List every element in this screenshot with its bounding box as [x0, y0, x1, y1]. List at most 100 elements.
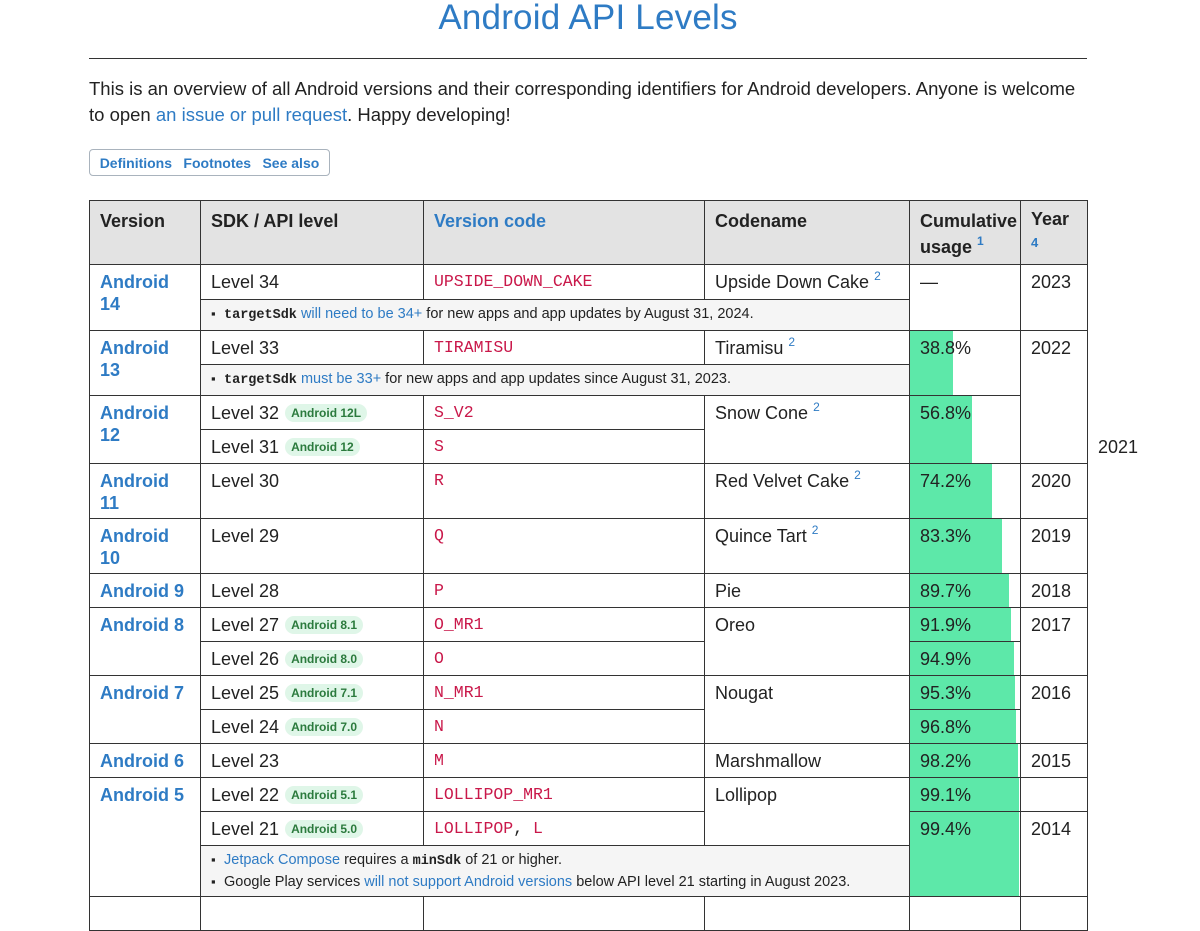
- usage-value: 91.9%: [920, 615, 972, 635]
- version-code: S_V2: [423, 395, 705, 430]
- empty-cell: [200, 896, 424, 931]
- empty-cell: [704, 896, 910, 931]
- year-cell: 2017: [1020, 607, 1088, 676]
- version-link[interactable]: Android 10: [100, 526, 169, 568]
- version-link[interactable]: Android 12: [100, 403, 169, 445]
- release-badge: Android 5.0: [285, 820, 364, 838]
- year-cell: [1020, 777, 1088, 812]
- usage-value: 38.8%: [920, 338, 972, 358]
- version-code: O_MR1: [423, 607, 705, 642]
- version-cell: Android 7: [89, 675, 201, 744]
- usage-value: 83.3%: [920, 526, 972, 546]
- codename-cell: Snow Cone 2: [704, 395, 910, 464]
- version-link[interactable]: Android 8: [100, 615, 184, 635]
- header-version: Version: [89, 200, 201, 265]
- table-row: Android 7 Level 25 Android 7.1 N_MR1 Noug…: [89, 675, 1088, 744]
- codename-cell: Tiramisu 2: [704, 330, 910, 365]
- version-code: LOLLIPOP, L: [423, 811, 705, 846]
- usage-cell: 94.9%: [909, 641, 1021, 676]
- codename-cell: Pie: [704, 573, 910, 608]
- table-row: Android 12 Level 32 Android 12L S_V2 Snow…: [89, 395, 1088, 464]
- page-title: Android API Levels: [438, 0, 738, 37]
- level-label: Level 26: [211, 649, 280, 669]
- table-row: Level 21 Android 5.0 LOLLIPOP, L 99.4% 20…: [90, 811, 1088, 897]
- version-cell: Android 10: [89, 518, 201, 574]
- note-cell: targetSdk will need to be 34+ for new ap…: [200, 299, 910, 331]
- note-link[interactable]: will need to be 34+: [301, 306, 422, 322]
- codename-footnote-link[interactable]: 2: [813, 400, 820, 414]
- header-year: Year 4: [1020, 200, 1088, 265]
- version-link[interactable]: Android 7: [100, 683, 184, 703]
- usage-cell: 99.4%: [909, 811, 1021, 897]
- intro-paragraph: This is an overview of all Android versi…: [89, 76, 1089, 128]
- version-link[interactable]: Android 13: [100, 338, 169, 380]
- table-row: [89, 896, 1088, 931]
- nav-see-also[interactable]: See also: [262, 155, 319, 171]
- empty-cell: [89, 896, 201, 931]
- note-item: Jetpack Compose requires a minSdk of 21 …: [211, 850, 899, 872]
- note-code: targetSdk: [224, 373, 297, 388]
- note-text: Google Play services: [224, 874, 365, 890]
- codename: Red Velvet Cake: [715, 471, 850, 491]
- usage-cell: 91.9%: [909, 607, 1021, 642]
- level-label: Level 32: [211, 403, 280, 423]
- code-separator: ,: [513, 819, 534, 838]
- usage-cell: 96.8%: [909, 709, 1021, 744]
- usage-cell: —: [909, 264, 1021, 331]
- api-levels-table: Version SDK / API level Version code Cod…: [89, 200, 1138, 931]
- year-cell: 2016: [1020, 675, 1088, 744]
- usage-value: 99.4%: [920, 819, 972, 839]
- section-nav: Definitions Footnotes See also: [89, 149, 330, 176]
- codename: Quince Tart: [715, 526, 807, 546]
- header-year-label: Year: [1031, 209, 1070, 229]
- version-code: Q: [423, 518, 705, 574]
- release-badge: Android 8.1: [285, 616, 364, 634]
- nav-footnotes[interactable]: Footnotes: [183, 155, 251, 171]
- version-cell: Android 9: [89, 573, 201, 608]
- version-link[interactable]: Android 9: [100, 581, 184, 601]
- note-item: targetSdk must be 33+ for new apps and a…: [211, 369, 899, 391]
- version-code: N: [423, 709, 705, 744]
- level-cell: Level 22 Android 5.1: [200, 777, 424, 812]
- release-badge: Android 7.1: [285, 684, 364, 702]
- issue-link[interactable]: an issue or pull request: [156, 104, 347, 125]
- year-cell: 2014: [1020, 811, 1088, 897]
- year-cell: 2019: [1020, 518, 1088, 574]
- note-item: targetSdk will need to be 34+ for new ap…: [211, 304, 899, 326]
- usage-cell: 83.3%: [909, 518, 1021, 574]
- version-code: R: [423, 463, 705, 519]
- note-cell: targetSdk must be 33+ for new apps and a…: [200, 364, 910, 396]
- version-cell: Android 11: [89, 463, 201, 519]
- version-code: UPSIDE_DOWN_CAKE: [423, 264, 705, 300]
- year-cell: 2023: [1020, 264, 1088, 331]
- table-row: Android 6 Level 23 M Marshmallow 98.2% 2…: [89, 743, 1088, 778]
- year-footnote-link[interactable]: 4: [1031, 235, 1038, 250]
- title-divider: [89, 58, 1087, 59]
- version-link[interactable]: Android 11: [100, 471, 169, 513]
- codename-footnote-link[interactable]: 2: [788, 335, 795, 349]
- usage-value: 74.2%: [920, 471, 972, 491]
- nav-definitions[interactable]: Definitions: [100, 155, 172, 171]
- codename-footnote-link[interactable]: 2: [874, 269, 881, 283]
- note-text: for new apps and app updates since Augus…: [381, 371, 732, 387]
- version-link[interactable]: Android 14: [100, 272, 169, 314]
- usage-footnote-link[interactable]: 1: [977, 234, 984, 248]
- note-link[interactable]: Jetpack Compose: [224, 852, 340, 868]
- version-cell: Android 13: [89, 330, 201, 396]
- note-link[interactable]: must be 33+: [301, 371, 381, 387]
- note-text: requires a: [340, 852, 413, 868]
- header-version-code-link[interactable]: Version code: [434, 211, 546, 231]
- level-cell: Level 25 Android 7.1: [200, 675, 424, 710]
- level-label: Level 27: [211, 615, 280, 635]
- usage-cell: 98.2%: [909, 743, 1021, 778]
- version-code-primary: LOLLIPOP: [434, 819, 514, 838]
- codename-footnote-link[interactable]: 2: [854, 468, 861, 482]
- version-link[interactable]: Android 5: [100, 785, 184, 805]
- note-link[interactable]: will not support Android versions: [364, 874, 572, 890]
- release-badge: Android 8.0: [285, 650, 364, 668]
- version-code: LOLLIPOP_MR1: [423, 777, 705, 812]
- version-link[interactable]: Android 6: [100, 751, 184, 771]
- codename-cell: Oreo: [704, 607, 910, 676]
- usage-value: 94.9%: [920, 649, 972, 669]
- codename-footnote-link[interactable]: 2: [812, 523, 819, 537]
